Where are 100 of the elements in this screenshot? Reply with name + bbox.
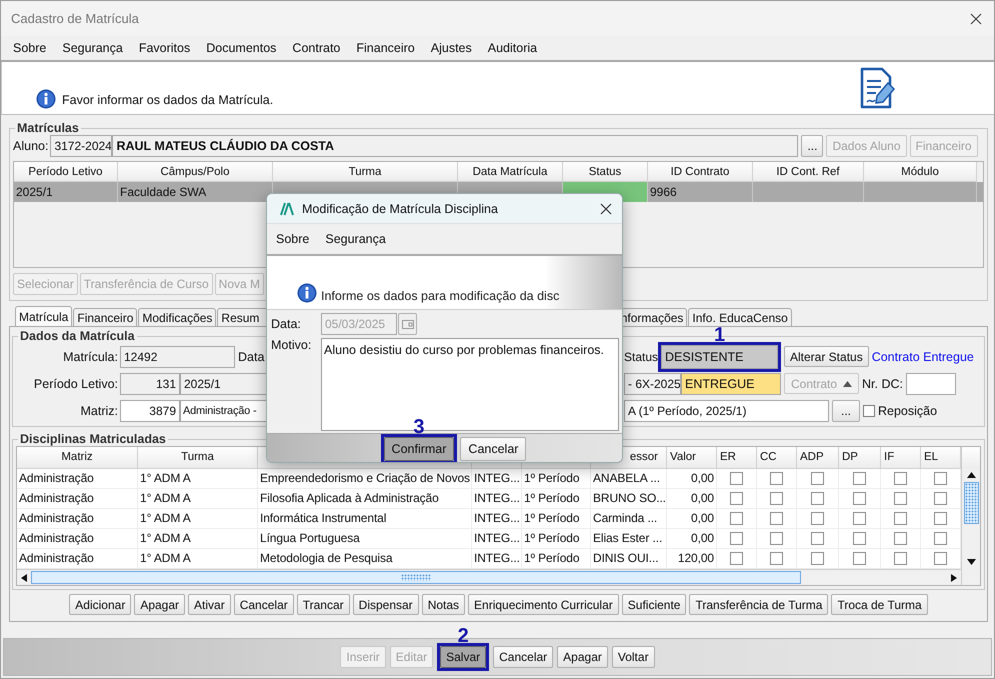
checkbox[interactable] — [853, 552, 866, 565]
column-header[interactable]: ER — [717, 447, 757, 469]
button[interactable]: Voltar — [612, 646, 655, 668]
checkbox[interactable] — [770, 472, 783, 485]
dc-number-field[interactable] — [906, 372, 956, 394]
calendar-button[interactable] — [398, 313, 417, 335]
button[interactable]: Transferência de Turma — [689, 594, 828, 615]
column-header[interactable]: EL — [921, 447, 961, 469]
menu-item[interactable]: Favoritos — [138, 41, 190, 55]
menu-item[interactable]: Auditoria — [488, 41, 538, 55]
link[interactable]: Contrato Entregue — [872, 350, 974, 364]
checkbox[interactable] — [730, 472, 743, 485]
menu-item[interactable]: Financeiro — [356, 41, 415, 55]
button[interactable]: Cancelar — [460, 437, 526, 461]
checkbox[interactable] — [770, 512, 783, 525]
checkbox[interactable] — [894, 512, 907, 525]
menu-item[interactable]: Segurança — [325, 232, 386, 246]
browse-button[interactable]: ... — [832, 400, 860, 422]
checkbox[interactable] — [934, 532, 947, 545]
tab[interactable]: Modificações — [138, 308, 216, 326]
button[interactable]: ... — [801, 135, 824, 157]
button[interactable]: Cancelar — [234, 594, 294, 615]
period-code-field[interactable]: 131 — [120, 372, 180, 394]
button[interactable]: Trancar — [296, 594, 350, 615]
close-icon[interactable] — [970, 12, 982, 24]
checkbox[interactable] — [770, 492, 783, 505]
checkbox[interactable] — [853, 472, 866, 485]
checkbox[interactable] — [811, 552, 824, 565]
arrow-left-icon[interactable] — [21, 574, 27, 582]
column-header[interactable]: CC — [757, 447, 797, 469]
checkbox[interactable] — [853, 512, 866, 525]
column-header[interactable]: Matriz — [17, 447, 138, 469]
button[interactable]: Salvar — [440, 646, 486, 668]
close-icon[interactable] — [600, 202, 612, 214]
column-header[interactable]: Câmpus/Polo — [118, 162, 273, 182]
status-field[interactable]: DESISTENTE — [661, 344, 778, 368]
menu-item[interactable]: Sobre — [276, 232, 310, 246]
column-header[interactable]: Valor — [667, 447, 717, 469]
checkbox[interactable] — [863, 404, 875, 416]
class-field[interactable]: - 6X-2025 — [624, 372, 681, 394]
checkbox[interactable] — [811, 532, 824, 545]
checkbox[interactable] — [894, 472, 907, 485]
menu-item[interactable]: Contrato — [292, 41, 340, 55]
button[interactable]: Confirmar — [384, 437, 454, 461]
arrow-down-icon[interactable] — [966, 559, 976, 565]
column-header[interactable]: Módulo — [864, 162, 977, 182]
class-description-field[interactable]: A (1º Período, 2025/1) — [624, 400, 829, 422]
checkbox[interactable] — [894, 492, 907, 505]
checkbox[interactable] — [730, 552, 743, 565]
tab[interactable]: Financeiro — [73, 308, 138, 326]
checkbox[interactable] — [934, 552, 947, 565]
button[interactable]: Dispensar — [352, 594, 419, 615]
button[interactable]: Alterar Status — [784, 346, 869, 367]
menu-item[interactable]: Sobre — [13, 41, 46, 55]
checkbox[interactable] — [934, 512, 947, 525]
arrow-right-icon[interactable] — [951, 574, 957, 582]
column-header[interactable]: ADP — [797, 447, 839, 469]
checkbox[interactable] — [730, 492, 743, 505]
button[interactable]: Apagar — [557, 646, 608, 668]
button[interactable]: Notas — [422, 594, 466, 615]
checkbox[interactable] — [770, 552, 783, 565]
column-header[interactable]: ID Cont. Ref — [753, 162, 864, 182]
checkbox[interactable] — [894, 552, 907, 565]
tab[interactable]: Matrícula — [15, 306, 72, 326]
checkbox[interactable] — [770, 532, 783, 545]
checkbox[interactable] — [811, 512, 824, 525]
checkbox[interactable] — [730, 532, 743, 545]
button[interactable]: Cancelar — [493, 646, 554, 668]
checkbox[interactable] — [894, 532, 907, 545]
button[interactable]: Adicionar — [69, 594, 132, 615]
button[interactable]: Suficiente — [622, 594, 686, 615]
menu-item[interactable]: Segurança — [62, 41, 123, 55]
checkbox[interactable] — [853, 532, 866, 545]
column-header[interactable]: DP — [839, 447, 881, 469]
menu-item[interactable]: Ajustes — [430, 41, 472, 55]
contract-status-field[interactable]: ENTREGUE — [681, 372, 781, 394]
horizontal-scrollbar[interactable] — [17, 569, 961, 585]
enrollment-field[interactable]: 12492 — [120, 346, 235, 368]
checkbox[interactable] — [934, 472, 947, 485]
column-header[interactable]: IF — [881, 447, 921, 469]
arrow-up-icon[interactable] — [966, 472, 976, 478]
checkbox[interactable] — [811, 472, 824, 485]
button[interactable]: Enriquecimento Curricular — [468, 594, 619, 615]
tab[interactable]: Info. EducaCenso — [688, 308, 792, 326]
checkbox[interactable] — [811, 492, 824, 505]
student-name-field[interactable]: RAUL MATEUS CLÁUDIO DA COSTA — [112, 135, 798, 157]
button[interactable]: Ativar — [188, 594, 231, 615]
column-header[interactable]: Turma — [273, 162, 458, 182]
button[interactable]: Troca de Turma — [831, 594, 928, 615]
column-header[interactable]: Status — [563, 162, 648, 182]
column-header[interactable]: Turma — [138, 447, 258, 469]
button[interactable]: Apagar — [134, 594, 186, 615]
column-header[interactable]: Período Letivo — [14, 162, 118, 182]
menu-item[interactable]: Documentos — [206, 41, 276, 55]
checkbox[interactable] — [934, 492, 947, 505]
checkbox[interactable] — [853, 492, 866, 505]
student-code-field[interactable]: 3172-2024 — [50, 135, 112, 157]
column-header[interactable]: Data Matrícula — [458, 162, 563, 182]
curriculum-code-field[interactable]: 3879 — [120, 400, 180, 422]
checkbox[interactable] — [730, 512, 743, 525]
